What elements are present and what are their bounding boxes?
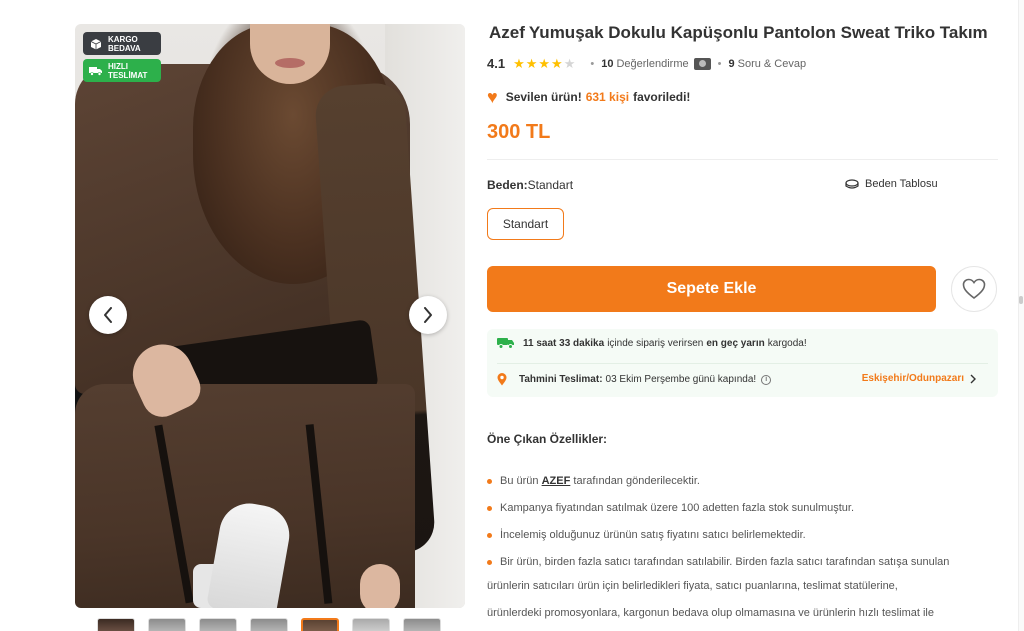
product-image-gallery[interactable]: KARGO BEDAVA HIZLI TESLİMAT	[75, 24, 465, 608]
photo-lips	[275, 58, 305, 68]
features-list: Bu ürün AZEF tarafından gönderilecektir.…	[487, 468, 992, 576]
photo-hand	[360, 564, 400, 608]
feature-item: İncelemiş olduğunuz ürünün satış fiyatın…	[487, 522, 992, 549]
star-filled-icon: ★	[538, 56, 551, 71]
size-chart-link[interactable]: Beden Tablosu	[845, 178, 938, 190]
rating-score: 4.1	[487, 56, 506, 71]
features-title: Öne Çıkan Özellikler:	[487, 432, 608, 446]
chevron-right-icon	[424, 307, 432, 323]
seller-link[interactable]: AZEF	[542, 475, 571, 487]
feature-item: Bir ürün, birden fazla satıcı tarafından…	[487, 549, 992, 576]
shipping-time-row: 11 saat 33 dakika içinde sipariş verirse…	[497, 337, 810, 349]
info-icon[interactable]: i	[761, 374, 772, 385]
add-to-favorites-button[interactable]	[951, 266, 997, 312]
product-title: Azef Yumuşak Dokulu Kapüşonlu Pantolon Sw…	[489, 23, 988, 43]
thumbnail-strip	[97, 618, 441, 631]
chevron-right-icon	[970, 374, 976, 383]
favorite-info: ♥ Sevilen ürün! 631 kişi favoriledi!	[487, 88, 690, 106]
thumbnail[interactable]	[199, 618, 237, 631]
size-label-value: Standart	[527, 178, 574, 192]
star-filled-icon: ★	[525, 56, 538, 71]
shipping-suffix: kargoda!	[767, 337, 807, 349]
add-to-cart-button[interactable]: Sepete Ekle	[487, 266, 936, 312]
favorite-count: 631 kişi	[585, 90, 630, 104]
feature-text: ürünlerin satıcıları ürün için belirledi…	[487, 580, 898, 592]
size-option-button[interactable]: Standart	[487, 208, 564, 240]
separator-dot: •	[590, 57, 595, 70]
feature-item: Kampanya fiyatından satılmak üzere 100 a…	[487, 495, 992, 522]
feature-text: tarafından gönderilecektir.	[573, 475, 700, 487]
size-label: Beden:Standart	[487, 178, 573, 192]
badge-line: BEDAVA	[108, 43, 141, 53]
shipping-deadline: en geç yarın	[706, 337, 765, 349]
product-badges: KARGO BEDAVA HIZLI TESLİMAT	[83, 32, 161, 82]
divider	[497, 363, 988, 364]
estimated-delivery-value: 03 Ekim Perşembe günü kapında!	[605, 374, 757, 385]
badge-line: HIZLI	[108, 61, 128, 71]
size-chart-label: Beden Tablosu	[865, 178, 938, 190]
heart-outline-icon	[962, 278, 986, 300]
qa-count: 9	[728, 57, 735, 70]
feature-item: Bu ürün AZEF tarafından gönderilecektir.	[487, 468, 992, 495]
star-filled-icon: ★	[513, 56, 525, 71]
favorite-suffix: favoriledi!	[633, 90, 691, 104]
truck-icon	[497, 338, 514, 349]
tape-measure-icon	[845, 179, 859, 189]
reviews-count: 10	[601, 57, 614, 70]
chevron-left-icon	[104, 307, 112, 323]
star-rating: ★ ★ ★ ★ ★	[513, 57, 575, 70]
shipping-text: içinde sipariş verirsen	[607, 337, 704, 349]
thumbnail[interactable]	[148, 618, 186, 631]
estimated-delivery-label: Tahmini Teslimat:	[519, 374, 603, 385]
shipping-countdown: 11 saat 33 dakika	[523, 337, 605, 349]
thumbnail[interactable]	[403, 618, 441, 631]
scroll-indicator[interactable]	[1019, 296, 1023, 304]
heart-icon: ♥	[487, 87, 498, 107]
camera-icon	[693, 57, 711, 70]
product-name: Yumuşak Dokulu Kapüşonlu Pantolon Sweat …	[528, 23, 988, 42]
reviews-link[interactable]: 10 Değerlendirme	[601, 58, 688, 70]
divider	[487, 159, 998, 160]
thumbnail-active[interactable]	[301, 618, 339, 631]
location-pin-icon	[497, 373, 507, 386]
previous-image-button[interactable]	[89, 296, 127, 334]
feature-text: Bir ürün, birden fazla satıcı tarafından…	[500, 556, 950, 568]
badge-line: TESLİMAT	[108, 70, 148, 80]
reviews-label: Değerlendirme	[616, 57, 689, 70]
next-image-button[interactable]	[409, 296, 447, 334]
estimated-delivery-row: Tahmini Teslimat: 03 Ekim Perşembe günü …	[497, 373, 772, 386]
box-icon	[89, 37, 103, 51]
brand-name[interactable]: Azef	[489, 23, 525, 42]
star-filled-icon: ★	[551, 56, 563, 71]
thumbnail[interactable]	[352, 618, 390, 631]
size-label-key: Beden:	[487, 178, 528, 192]
product-price: 300 TL	[487, 121, 551, 143]
badge-line: KARGO	[108, 34, 138, 44]
qa-link[interactable]: 9 Soru & Cevap	[728, 58, 806, 70]
delivery-location: Eskişehir/Odunpazarı	[861, 373, 964, 384]
free-shipping-badge: KARGO BEDAVA	[83, 32, 161, 55]
delivery-location-selector[interactable]: Eskişehir/Odunpazarı	[862, 373, 976, 384]
favorite-prefix: Sevilen ürün!	[505, 90, 582, 104]
star-empty-icon: ★	[563, 56, 576, 71]
rating-row: 4.1 ★ ★ ★ ★ ★ • 10 Değerlendirme • 9 Soru …	[487, 56, 806, 71]
feature-text: Bu ürün	[500, 475, 539, 487]
feature-text: ürünlerdeki promosyonlara, kargonun beda…	[487, 607, 934, 619]
delivery-info-box: 11 saat 33 dakika içinde sipariş verirse…	[487, 329, 998, 397]
separator-dot: •	[717, 57, 722, 70]
right-panel-edge	[1018, 0, 1024, 631]
fast-delivery-badge: HIZLI TESLİMAT	[83, 59, 161, 82]
truck-icon	[89, 64, 103, 78]
qa-label: Soru & Cevap	[737, 57, 807, 70]
thumbnail[interactable]	[250, 618, 288, 631]
feature-continuation: ürünlerin satıcıları ürün için belirledi…	[487, 573, 992, 627]
thumbnail[interactable]	[97, 618, 135, 631]
